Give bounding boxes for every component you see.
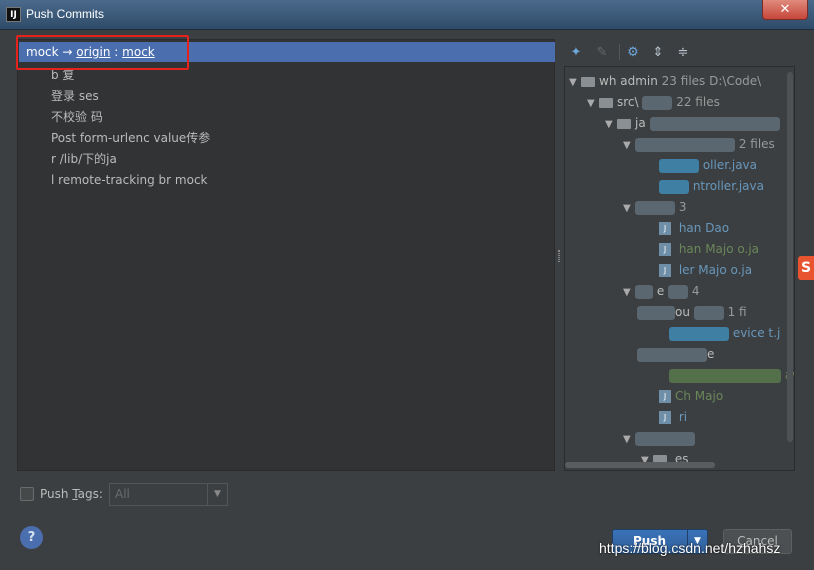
tree-node-package[interactable]: ▼ [623, 428, 695, 448]
commit-item[interactable]: Post form-urlenc value传参 [51, 128, 210, 149]
commit-item[interactable]: 登录 ses [51, 86, 210, 107]
chevron-down-icon: ▼ [623, 140, 631, 151]
changed-files-tree: ▼ wh admin 23 files D:\Code\ ▼ src\ 22 fil… [564, 66, 795, 471]
panel-splitter[interactable] [558, 250, 560, 262]
diff-icon[interactable]: ✦ [568, 44, 584, 60]
tree-file[interactable]: av [669, 365, 794, 385]
tags-dropdown[interactable]: All ▼ [109, 483, 228, 506]
sogou-ime-badge: S [798, 256, 814, 280]
tree-root[interactable]: ▼ wh admin 23 files D:\Code\ [569, 71, 761, 91]
tree-file[interactable]: J ler Majo o.ja [659, 260, 752, 280]
expand-all-icon[interactable]: ⇕ [650, 44, 666, 60]
window-title: Push Commits [26, 7, 105, 21]
tree-node-package[interactable]: ▼ e 4 [623, 281, 700, 301]
tree-node-package[interactable]: e [637, 344, 714, 364]
vertical-scrollbar[interactable] [787, 72, 793, 442]
chevron-down-icon: ▼ [623, 287, 631, 298]
help-button[interactable]: ? [20, 526, 43, 549]
chevron-down-icon: ▼ [623, 434, 631, 445]
edit-source-icon[interactable]: ✎ [594, 44, 610, 60]
push-tags-label: Push Tags: [40, 487, 103, 501]
tree-node-src[interactable]: ▼ src\ 22 files [587, 92, 720, 112]
commits-panel: mock → origin : mock b 复 登录 ses 不校验 码 Po… [17, 39, 555, 471]
java-file-icon: J [659, 390, 671, 403]
close-button[interactable]: ✕ [762, 0, 808, 20]
horizontal-scrollbar[interactable] [565, 462, 715, 468]
window-title-bar: IJ Push Commits ✕ [0, 0, 814, 30]
folder-icon [581, 76, 595, 87]
tree-file[interactable]: J han Dao [659, 218, 729, 238]
tree-node-java[interactable]: ▼ ja [605, 113, 780, 133]
intellij-app-icon: IJ [6, 7, 21, 22]
settings-icon[interactable]: ⚙ [625, 44, 641, 60]
tree-file[interactable]: J han Majo o.ja [659, 239, 759, 259]
chevron-down-icon: ▼ [623, 203, 631, 214]
collapse-all-icon[interactable]: ≑ [675, 44, 691, 60]
commit-item[interactable]: r /lib/下的ja [51, 149, 210, 170]
tree-file[interactable]: ntroller.java [659, 176, 764, 196]
tags-dropdown-value: All [115, 487, 130, 501]
chevron-down-icon: ▼ [207, 484, 227, 505]
chevron-down-icon: ▼ [641, 455, 649, 466]
tree-node-package[interactable]: ▼ 3 [623, 197, 686, 217]
folder-icon [617, 118, 631, 129]
java-file-icon: J [659, 243, 671, 256]
chevron-down-icon: ▼ [605, 119, 613, 130]
annotation-highlight-box [16, 35, 189, 70]
java-file-icon: J [659, 411, 671, 424]
toolbar-separator [619, 44, 620, 60]
chevron-down-icon: ▼ [569, 77, 577, 88]
java-file-icon: J [659, 264, 671, 277]
tree-file[interactable]: J ri [659, 407, 687, 427]
chevron-down-icon: ▼ [587, 98, 595, 109]
tree-file[interactable]: J Ch Majo [659, 386, 723, 406]
commit-item[interactable]: l remote-tracking br mock [51, 170, 210, 191]
tree-node-package[interactable]: ▼ 2 files [623, 134, 775, 154]
push-tags-checkbox[interactable] [20, 487, 34, 501]
tree-file[interactable]: evice t.j [669, 323, 780, 343]
tree-file[interactable]: oller.java [659, 155, 757, 175]
java-file-icon: J [659, 222, 671, 235]
folder-icon [599, 97, 613, 108]
files-toolbar: ✦ ✎ ⚙ ⇕ ≑ [564, 42, 794, 64]
commit-list: b 复 登录 ses 不校验 码 Post form-urlenc value传… [51, 65, 210, 191]
tree-node-package[interactable]: ou 1 fi [637, 302, 747, 322]
csdn-watermark: https://blog.csdn.net/hzhahsz [599, 540, 781, 556]
commit-item[interactable]: 不校验 码 [51, 107, 210, 128]
